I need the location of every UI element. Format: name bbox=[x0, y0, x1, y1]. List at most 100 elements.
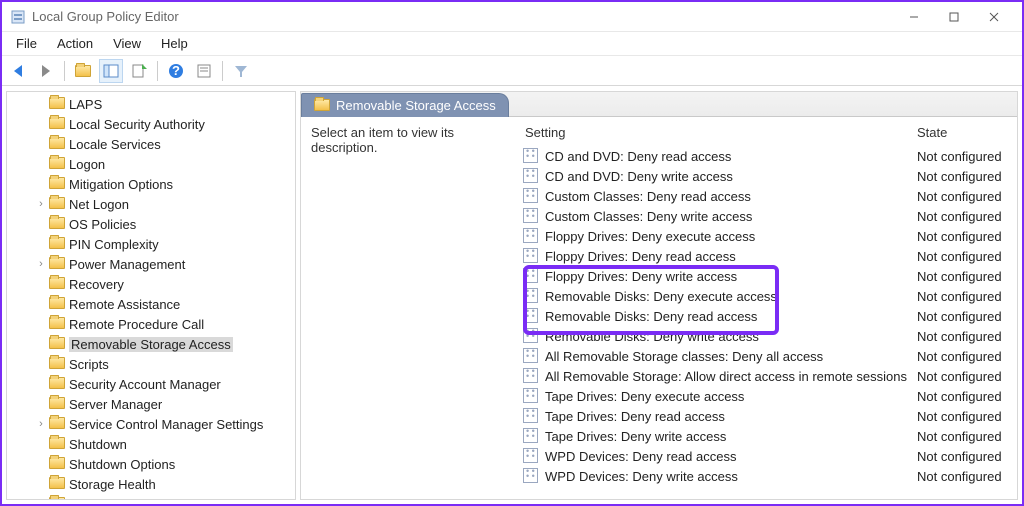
tree-item[interactable]: OS Policies bbox=[7, 214, 295, 234]
tree-item[interactable]: Local Security Authority bbox=[7, 114, 295, 134]
policy-row[interactable]: All Removable Storage classes: Deny all … bbox=[523, 346, 1017, 366]
tree-item[interactable]: Removable Storage Access bbox=[7, 334, 295, 354]
policy-row[interactable]: CD and DVD: Deny read accessNot configur… bbox=[523, 146, 1017, 166]
menubar: File Action View Help bbox=[2, 32, 1022, 56]
tree-item[interactable]: Remote Assistance bbox=[7, 294, 295, 314]
policy-row[interactable]: Floppy Drives: Deny read accessNot confi… bbox=[523, 246, 1017, 266]
policy-row[interactable]: Custom Classes: Deny read accessNot conf… bbox=[523, 186, 1017, 206]
app-icon bbox=[10, 9, 26, 25]
tree-item[interactable]: Storage Health bbox=[7, 474, 295, 494]
tree-item-label: Shutdown Options bbox=[69, 457, 175, 472]
policy-setting: Removable Disks: Deny execute access bbox=[545, 289, 917, 304]
policy-icon bbox=[523, 468, 539, 484]
tree-item-label: Security Account Manager bbox=[69, 377, 221, 392]
policy-row[interactable]: WPD Devices: Deny write accessNot config… bbox=[523, 466, 1017, 486]
tree-item-label: Recovery bbox=[69, 277, 124, 292]
folder-icon bbox=[49, 377, 65, 391]
expand-icon[interactable]: › bbox=[35, 418, 47, 430]
policy-icon bbox=[523, 448, 539, 464]
folder-icon bbox=[49, 157, 65, 171]
menu-action[interactable]: Action bbox=[47, 34, 103, 53]
policy-row[interactable]: Floppy Drives: Deny write accessNot conf… bbox=[523, 266, 1017, 286]
tree-item[interactable]: › Power Management bbox=[7, 254, 295, 274]
minimize-button[interactable] bbox=[894, 3, 934, 31]
policy-row[interactable]: Removable Disks: Deny write accessNot co… bbox=[523, 326, 1017, 346]
policy-icon bbox=[523, 208, 539, 224]
policy-setting: Tape Drives: Deny read access bbox=[545, 409, 917, 424]
tree-item[interactable]: Shutdown Options bbox=[7, 454, 295, 474]
tree-item-label: Net Logon bbox=[69, 197, 129, 212]
policy-state: Not configured bbox=[917, 289, 1017, 304]
header-setting[interactable]: Setting bbox=[523, 125, 917, 140]
tree-item[interactable]: › Net Logon bbox=[7, 194, 295, 214]
policy-row[interactable]: Custom Classes: Deny write accessNot con… bbox=[523, 206, 1017, 226]
tree-item-label: Scripts bbox=[69, 357, 109, 372]
tree-item[interactable]: Locale Services bbox=[7, 134, 295, 154]
tree-item[interactable]: LAPS bbox=[7, 94, 295, 114]
policy-state: Not configured bbox=[917, 409, 1017, 424]
policy-icon bbox=[523, 268, 539, 284]
folder-icon bbox=[49, 217, 65, 231]
navigation-tree[interactable]: LAPSLocal Security AuthorityLocale Servi… bbox=[6, 91, 296, 500]
titlebar: Local Group Policy Editor bbox=[2, 2, 1022, 32]
tree-item-label: Remote Assistance bbox=[69, 297, 180, 312]
properties-button[interactable] bbox=[192, 59, 216, 83]
policy-icon bbox=[523, 168, 539, 184]
expand-icon[interactable]: › bbox=[35, 258, 47, 270]
show-hide-tree-button[interactable] bbox=[99, 59, 123, 83]
tree-item[interactable]: ›Service Control Manager Settings bbox=[7, 414, 295, 434]
policy-state: Not configured bbox=[917, 149, 1017, 164]
forward-button[interactable] bbox=[34, 59, 58, 83]
policy-row[interactable]: All Removable Storage: Allow direct acce… bbox=[523, 366, 1017, 386]
header-state[interactable]: State bbox=[917, 125, 1017, 140]
up-one-level-button[interactable] bbox=[71, 59, 95, 83]
folder-icon bbox=[49, 237, 65, 251]
tree-item[interactable]: Remote Procedure Call bbox=[7, 314, 295, 334]
menu-file[interactable]: File bbox=[6, 34, 47, 53]
policy-setting: All Removable Storage: Allow direct acce… bbox=[545, 369, 917, 384]
policy-row[interactable]: Tape Drives: Deny read accessNot configu… bbox=[523, 406, 1017, 426]
policy-row[interactable]: Tape Drives: Deny execute accessNot conf… bbox=[523, 386, 1017, 406]
policy-row[interactable]: Tape Drives: Deny write accessNot config… bbox=[523, 426, 1017, 446]
close-button[interactable] bbox=[974, 3, 1014, 31]
tree-item[interactable]: Server Manager bbox=[7, 394, 295, 414]
tree-item-label: Power Management bbox=[69, 257, 185, 272]
tree-item[interactable]: Mitigation Options bbox=[7, 174, 295, 194]
tree-item[interactable]: Logon bbox=[7, 154, 295, 174]
body: LAPSLocal Security AuthorityLocale Servi… bbox=[2, 86, 1022, 504]
tree-item[interactable]: Security Account Manager bbox=[7, 374, 295, 394]
folder-icon bbox=[49, 277, 65, 291]
tree-item[interactable]: Shutdown bbox=[7, 434, 295, 454]
folder-icon bbox=[314, 99, 330, 113]
toolbar: ? bbox=[2, 56, 1022, 86]
policy-row[interactable]: CD and DVD: Deny write accessNot configu… bbox=[523, 166, 1017, 186]
policy-row[interactable]: Floppy Drives: Deny execute accessNot co… bbox=[523, 226, 1017, 246]
folder-icon bbox=[49, 397, 65, 411]
policy-row[interactable]: Removable Disks: Deny read accessNot con… bbox=[523, 306, 1017, 326]
details-pane: Removable Storage Access Select an item … bbox=[300, 91, 1018, 500]
tree-item[interactable]: PIN Complexity bbox=[7, 234, 295, 254]
policy-state: Not configured bbox=[917, 429, 1017, 444]
tree-item[interactable]: Recovery bbox=[7, 274, 295, 294]
menu-help[interactable]: Help bbox=[151, 34, 198, 53]
policy-rows: CD and DVD: Deny read accessNot configur… bbox=[523, 146, 1017, 499]
folder-icon bbox=[49, 317, 65, 331]
maximize-button[interactable] bbox=[934, 3, 974, 31]
policy-row[interactable]: WPD Devices: Deny read accessNot configu… bbox=[523, 446, 1017, 466]
tree-item[interactable]: Storage Sense bbox=[7, 494, 295, 500]
export-list-button[interactable] bbox=[127, 59, 151, 83]
menu-view[interactable]: View bbox=[103, 34, 151, 53]
tree-item[interactable]: Scripts bbox=[7, 354, 295, 374]
policy-state: Not configured bbox=[917, 269, 1017, 284]
help-button[interactable]: ? bbox=[164, 59, 188, 83]
back-button[interactable] bbox=[6, 59, 30, 83]
expand-icon[interactable]: › bbox=[35, 198, 47, 210]
policy-state: Not configured bbox=[917, 329, 1017, 344]
policy-state: Not configured bbox=[917, 309, 1017, 324]
policy-setting: Removable Disks: Deny write access bbox=[545, 329, 917, 344]
list-header[interactable]: Setting State bbox=[523, 125, 1017, 146]
filter-button[interactable] bbox=[229, 59, 253, 83]
policy-state: Not configured bbox=[917, 209, 1017, 224]
policy-row[interactable]: Removable Disks: Deny execute accessNot … bbox=[523, 286, 1017, 306]
tab-removable-storage-access[interactable]: Removable Storage Access bbox=[301, 93, 509, 117]
